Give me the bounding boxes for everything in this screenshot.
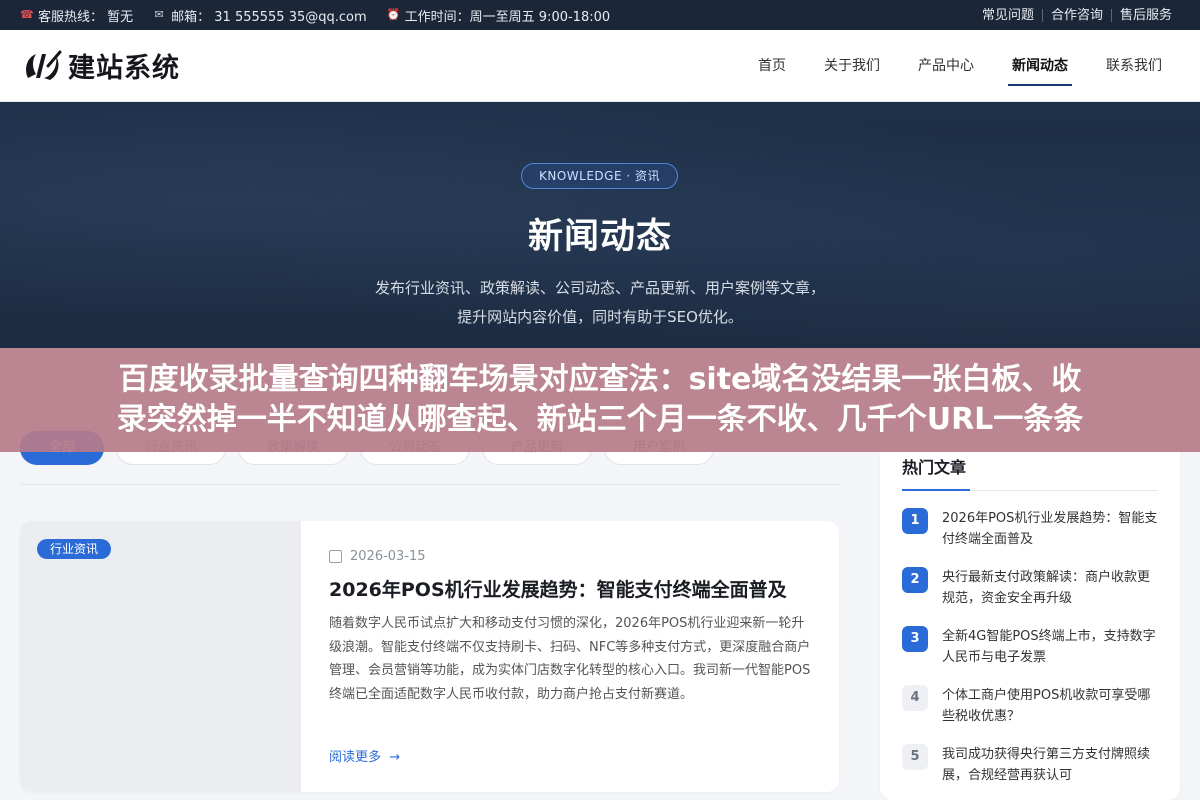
hot-article-title[interactable]: 央行最新支付政策解读：商户收款更规范，资金安全再升级 (942, 567, 1158, 609)
read-more-label: 阅读更多 (329, 750, 382, 765)
rank-badge: 2 (902, 567, 928, 593)
hot-article-title[interactable]: 2026年POS机行业发展趋势：智能支付终端全面普及 (942, 508, 1158, 550)
mail-icon: ✉ (154, 8, 164, 21)
phone-icon: ☎ (20, 8, 34, 21)
rank-badge: 3 (902, 626, 928, 652)
site-header: 建站系统 首页 关于我们 产品中心 新闻动态 联系我们 (0, 30, 1200, 102)
calendar-icon (329, 550, 342, 563)
article-date: 2026-03-15 (329, 549, 426, 564)
hotline-text: 客服热线： 暂无 (38, 9, 134, 25)
hot-article-item[interactable]: 3 全新4G智能POS终端上市，支持数字人民币与电子发票 (902, 626, 1158, 668)
contact-info: ☎ 客服热线： 暂无 ✉ 邮箱： 31 555555 35@qq.com ⏰ 工作时间… (20, 6, 630, 25)
filter-divider (20, 484, 840, 485)
logo-mark-icon (26, 50, 62, 80)
clock-icon: ⏰ (386, 8, 401, 21)
top-links: 常见问题 合作咨询 售后服务 (974, 8, 1180, 22)
site-logo[interactable]: 建站系统 (22, 46, 180, 85)
hot-article-item[interactable]: 1 2026年POS机行业发展趋势：智能支付终端全面普及 (902, 508, 1158, 550)
page-title: 新闻动态 (527, 217, 672, 257)
hours-item: ⏰ 工作时间：周一至周五 9:00-18:00 (387, 6, 610, 25)
hot-article-item[interactable]: 5 我司成功获得央行第三方支付牌照续展，合规经营再获认可 (902, 744, 1158, 786)
nav-products[interactable]: 产品中心 (918, 30, 974, 102)
hot-article-item[interactable]: 2 央行最新支付政策解读：商户收款更规范，资金安全再升级 (902, 567, 1158, 609)
rank-badge: 5 (902, 744, 928, 770)
section-pill: KNOWLEDGE · 资讯 (521, 163, 678, 189)
hot-article-title[interactable]: 全新4G智能POS终端上市，支持数字人民币与电子发票 (942, 626, 1158, 668)
link-faq[interactable]: 常见问题 (974, 9, 1042, 22)
logo-text: 建站系统 (68, 53, 180, 84)
arrow-right-icon: → (385, 750, 401, 765)
nav-contact[interactable]: 联系我们 (1106, 30, 1162, 102)
hot-article-item[interactable]: 4 个体工商户使用POS机收款可享受哪些税收优惠？ (902, 685, 1158, 727)
email-text: 邮箱： 31 555555 35@qq.com (171, 9, 367, 25)
nav-about[interactable]: 关于我们 (824, 30, 880, 102)
hotline-item: ☎ 客服热线： 暂无 (20, 6, 133, 25)
hot-article-title[interactable]: 我司成功获得央行第三方支付牌照续展，合规经营再获认可 (942, 744, 1158, 786)
rank-badge: 1 (902, 508, 928, 534)
article-category-badge: 行业资讯 (37, 539, 112, 559)
article-excerpt: 随着数字人民币试点扩大和移动支付习惯的深化，2026年POS机行业迎来新一轮升级… (329, 616, 811, 702)
hero-description-line1: 发布行业资讯、政策解读、公司动态、产品更新、用户案例等文章， (374, 279, 825, 297)
nav-home[interactable]: 首页 (758, 30, 786, 102)
banner-line2: 录突然掉一半不知道从哪查起、新站三个月一条不收、几千个URL一条条 (116, 402, 1084, 437)
article-date-text: 2026-03-15 (350, 549, 426, 564)
hot-articles-panel: 热门文章 1 2026年POS机行业发展趋势：智能支付终端全面普及 2 央行最新… (880, 430, 1180, 800)
hot-article-title[interactable]: 个体工商户使用POS机收款可享受哪些税收优惠？ (942, 685, 1158, 727)
email-item: ✉ 邮箱： 31 555555 35@qq.com (153, 6, 367, 25)
article-title[interactable]: 2026年POS机行业发展趋势：智能支付终端全面普及 (329, 575, 787, 602)
page-hero: KNOWLEDGE · 资讯 新闻动态 发布行业资讯、政策解读、公司动态、产品更… (0, 102, 1200, 348)
main-nav: 首页 关于我们 产品中心 新闻动态 联系我们 (720, 30, 1162, 102)
article-thumbnail[interactable]: 行业资讯 (20, 521, 301, 792)
overlay-headline-banner: 百度收录批量查询四种翻车场景对应查法：site域名没结果一张白板、收 录突然掉一… (0, 348, 1200, 452)
hours-text: 工作时间：周一至周五 9:00-18:00 (404, 9, 611, 25)
hero-description-line2: 提升网站内容价值，同时有助于SEO优化。 (457, 308, 743, 326)
read-more-link[interactable]: 阅读更多 → (329, 746, 400, 765)
hot-articles-heading: 热门文章 (902, 454, 1158, 491)
rank-badge: 4 (902, 685, 928, 711)
article-card[interactable]: 行业资讯 2026-03-15 2026年POS机行业发展趋势：智能支付终端全面… (20, 521, 839, 792)
banner-line1: 百度收录批量查询四种翻车场景对应查法：site域名没结果一张白板、收 (118, 362, 1082, 397)
nav-news[interactable]: 新闻动态 (1008, 30, 1072, 102)
link-after-sales[interactable]: 售后服务 (1110, 8, 1180, 22)
link-cooperation[interactable]: 合作咨询 (1041, 8, 1111, 22)
top-info-bar: ☎ 客服热线： 暂无 ✉ 邮箱： 31 555555 35@qq.com ⏰ 工作时间… (0, 0, 1200, 30)
